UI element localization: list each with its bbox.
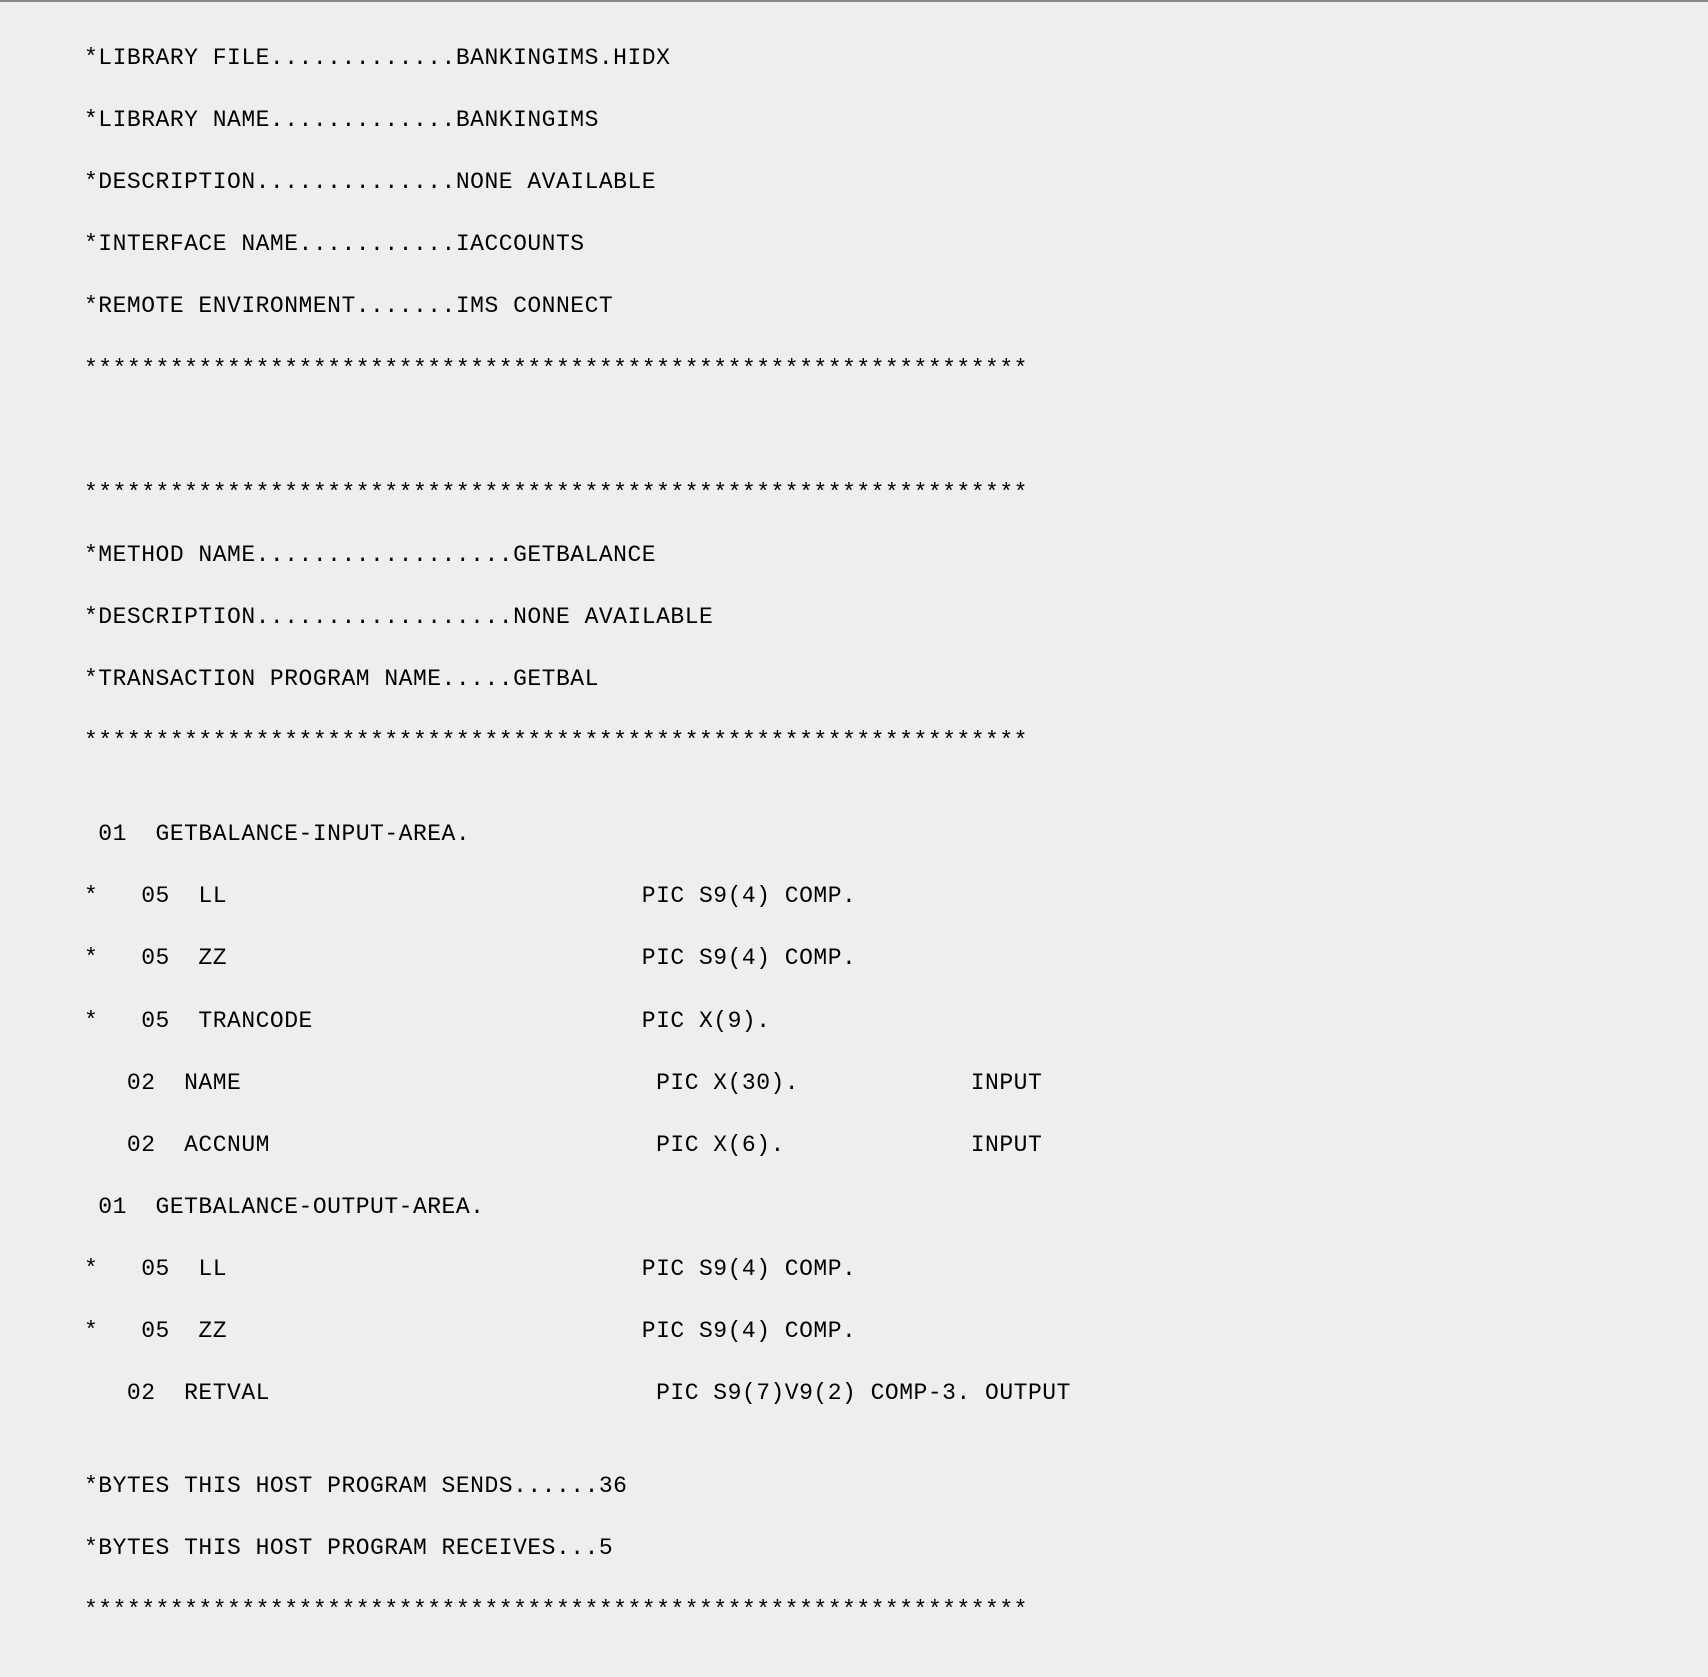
code-listing: *LIBRARY FILE.............BANKINGIMS.HID… <box>0 0 1708 1677</box>
transaction-program-name: *TRANSACTION PROGRAM NAME.....GETBAL <box>84 664 1708 695</box>
header-library-file: *LIBRARY FILE.............BANKINGIMS.HID… <box>84 43 1708 74</box>
header-remote-environment: *REMOTE ENVIRONMENT.......IMS CONNECT <box>84 291 1708 322</box>
field-ll-output: * 05 LL PIC S9(4) COMP. <box>84 1254 1708 1285</box>
bytes-sends: *BYTES THIS HOST PROGRAM SENDS......36 <box>84 1471 1708 1502</box>
separator-line: ****************************************… <box>84 726 1708 757</box>
record-output-area: 01 GETBALANCE-OUTPUT-AREA. <box>84 1192 1708 1223</box>
field-ll-input: * 05 LL PIC S9(4) COMP. <box>84 881 1708 912</box>
separator-line: ****************************************… <box>84 354 1708 385</box>
separator-line: ****************************************… <box>84 478 1708 509</box>
separator-line: ****************************************… <box>84 1595 1708 1626</box>
record-input-area: 01 GETBALANCE-INPUT-AREA. <box>84 819 1708 850</box>
bytes-receives: *BYTES THIS HOST PROGRAM RECEIVES...5 <box>84 1533 1708 1564</box>
method-name: *METHOD NAME..................GETBALANCE <box>84 540 1708 571</box>
header-interface-name: *INTERFACE NAME...........IACCOUNTS <box>84 229 1708 260</box>
field-accnum: 02 ACCNUM PIC X(6). INPUT <box>84 1130 1708 1161</box>
field-zz-output: * 05 ZZ PIC S9(4) COMP. <box>84 1316 1708 1347</box>
field-trancode: * 05 TRANCODE PIC X(9). <box>84 1006 1708 1037</box>
field-zz-input: * 05 ZZ PIC S9(4) COMP. <box>84 943 1708 974</box>
header-library-name: *LIBRARY NAME.............BANKINGIMS <box>84 105 1708 136</box>
field-name: 02 NAME PIC X(30). INPUT <box>84 1068 1708 1099</box>
field-retval: 02 RETVAL PIC S9(7)V9(2) COMP-3. OUTPUT <box>84 1378 1708 1409</box>
header-description: *DESCRIPTION..............NONE AVAILABLE <box>84 167 1708 198</box>
method-description: *DESCRIPTION..................NONE AVAIL… <box>84 602 1708 633</box>
